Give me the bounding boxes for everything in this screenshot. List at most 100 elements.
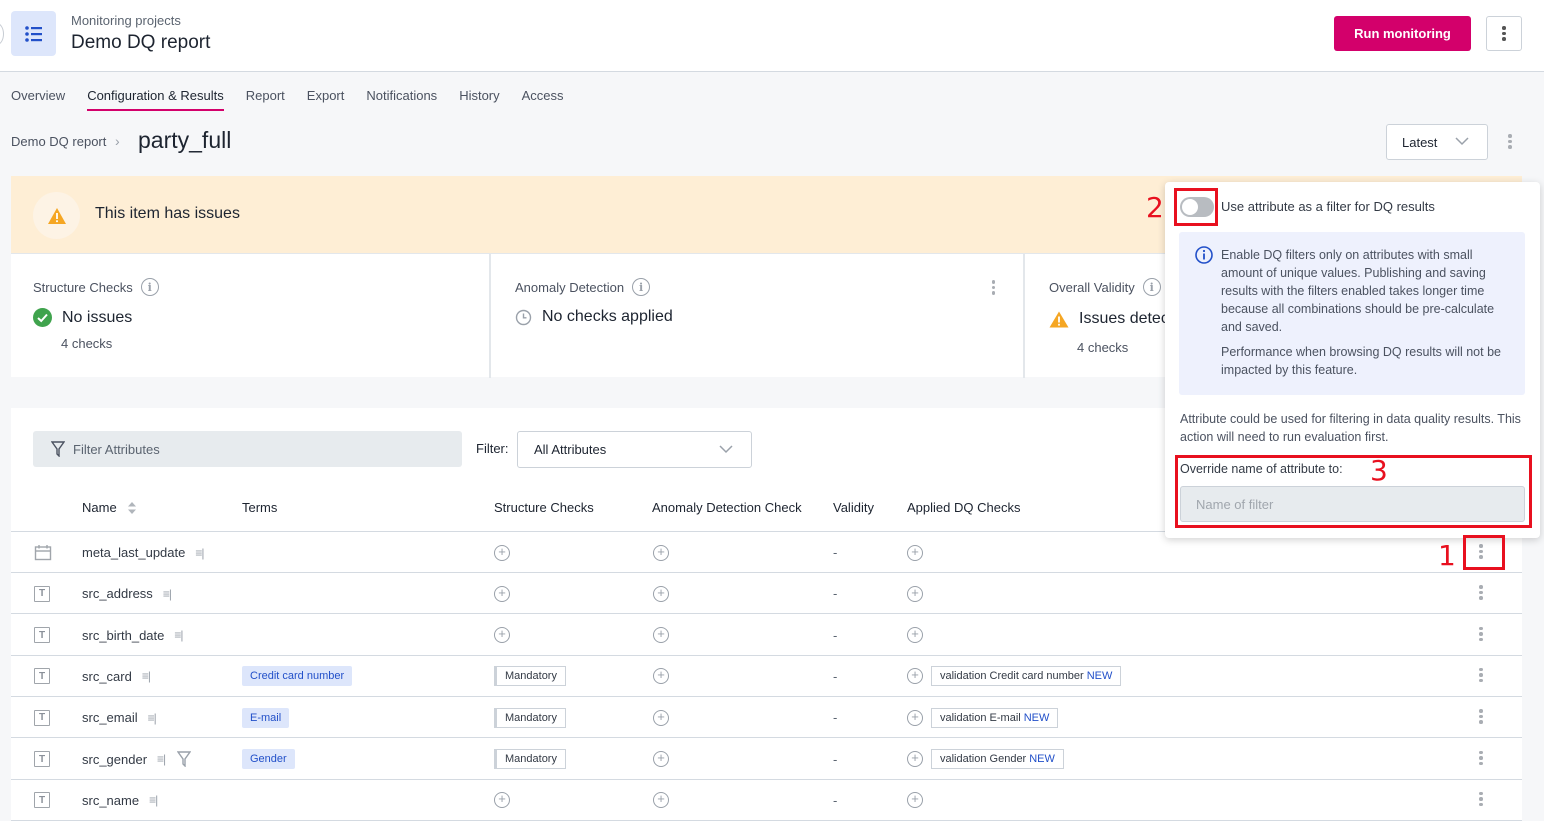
type-cell: T: [34, 656, 50, 697]
card-title-text: Overall Validity: [1049, 279, 1135, 295]
info-icon[interactable]: i: [1142, 278, 1161, 296]
details-icon[interactable]: ≡|: [149, 793, 158, 807]
sidebar-collapse-handle[interactable]: [0, 23, 4, 45]
type-cell: T: [34, 780, 50, 821]
filter-attributes-input[interactable]: [73, 441, 453, 457]
dq-check-chip[interactable]: validation Gender NEW: [931, 749, 1064, 769]
card-subtext: 4 checks: [1077, 340, 1129, 355]
row-more-button[interactable]: [1479, 626, 1483, 642]
structure-check-chip[interactable]: Mandatory: [494, 707, 566, 728]
add-anomaly-check-icon[interactable]: +: [653, 751, 669, 767]
attribute-name[interactable]: src_birth_date: [82, 628, 164, 643]
dq-check-label: validation Credit card number: [940, 670, 1084, 683]
card-status-text: Issues detec: [1079, 310, 1169, 327]
details-icon[interactable]: ≡|: [148, 711, 157, 725]
card-status: No checks applied: [515, 308, 673, 326]
term-chip[interactable]: Gender: [242, 749, 295, 769]
dq-check-label: validation E-mail: [940, 711, 1021, 724]
run-monitoring-button[interactable]: Run monitoring: [1334, 16, 1471, 51]
tab-history[interactable]: History: [459, 88, 499, 111]
card-title: Structure Checks i: [33, 278, 159, 296]
table-row[interactable]: T src_gender ≡| Gender Mandatory + - + va…: [11, 739, 1522, 780]
add-dq-check-icon[interactable]: +: [907, 627, 923, 644]
breadcrumb-parent[interactable]: Demo DQ report: [11, 134, 106, 149]
type-cell: T: [34, 615, 50, 656]
details-icon[interactable]: ≡|: [163, 587, 172, 601]
toggle-label: Use attribute as a filter for DQ results: [1221, 199, 1435, 214]
add-structure-check-icon[interactable]: +: [494, 627, 510, 644]
add-dq-check-icon[interactable]: +: [907, 585, 923, 602]
page-more-button[interactable]: [1508, 134, 1512, 149]
validity-cell: -: [833, 656, 837, 697]
add-anomaly-check-icon[interactable]: +: [653, 585, 669, 602]
add-anomaly-check-icon[interactable]: +: [653, 544, 669, 561]
attribute-name[interactable]: meta_last_update: [82, 545, 185, 560]
structure-cell: +: [494, 532, 510, 573]
add-structure-check-icon[interactable]: +: [494, 585, 510, 602]
version-select[interactable]: Latest: [1386, 124, 1488, 160]
attribute-name[interactable]: src_card: [82, 669, 132, 684]
table-row[interactable]: T src_name ≡| + + - +: [11, 780, 1522, 821]
details-icon[interactable]: ≡|: [195, 546, 204, 560]
tab-report[interactable]: Report: [246, 88, 285, 111]
add-structure-check-icon[interactable]: +: [494, 544, 510, 561]
tab-export[interactable]: Export: [307, 88, 345, 111]
tab-overview[interactable]: Overview: [11, 88, 65, 111]
name-cell: src_card ≡|: [82, 656, 151, 697]
details-icon[interactable]: ≡|: [174, 628, 183, 642]
row-more-button[interactable]: [1479, 750, 1483, 765]
table-row[interactable]: T src_email ≡| E-mail Mandatory + - + val…: [11, 697, 1522, 739]
attribute-filter-select[interactable]: All Attributes: [517, 431, 752, 468]
term-chip[interactable]: Credit card number: [242, 666, 353, 687]
add-dq-check-icon[interactable]: +: [907, 751, 923, 767]
dq-checks-cell: + validation E-mail NEW: [907, 697, 1059, 738]
structure-cell: +: [494, 573, 510, 614]
attribute-name[interactable]: src_name: [82, 793, 139, 808]
attribute-filter-value: All Attributes: [534, 442, 607, 457]
attribute-name[interactable]: src_address: [82, 586, 153, 601]
info-icon[interactable]: i: [632, 278, 651, 296]
header-subtitle[interactable]: Monitoring projects: [71, 13, 181, 28]
table-row[interactable]: T src_birth_date ≡| + + - +: [11, 615, 1522, 656]
sort-icon[interactable]: [127, 501, 137, 515]
terms-cell: Credit card number: [242, 656, 353, 697]
name-cell: src_gender ≡|: [82, 739, 192, 780]
add-dq-check-icon[interactable]: +: [907, 544, 923, 561]
add-dq-check-icon[interactable]: +: [907, 792, 923, 809]
more-vertical-icon: [991, 280, 995, 295]
row-more-button[interactable]: [1479, 791, 1483, 807]
add-anomaly-check-icon[interactable]: +: [653, 627, 669, 644]
tab-access[interactable]: Access: [522, 88, 564, 111]
tab-notifications[interactable]: Notifications: [366, 88, 437, 111]
add-anomaly-check-icon[interactable]: +: [653, 668, 669, 685]
info-icon[interactable]: i: [140, 278, 159, 296]
filter-attributes-field[interactable]: [33, 431, 462, 467]
structure-check-chip[interactable]: Mandatory: [494, 749, 566, 769]
dq-check-chip[interactable]: validation E-mail NEW: [931, 707, 1059, 728]
add-anomaly-check-icon[interactable]: +: [653, 709, 669, 726]
dq-check-chip[interactable]: validation Credit card number NEW: [931, 666, 1122, 687]
row-more-button[interactable]: [1479, 667, 1483, 683]
attribute-name[interactable]: src_gender: [82, 752, 147, 767]
structure-check-chip[interactable]: Mandatory: [494, 666, 566, 687]
term-chip[interactable]: E-mail: [242, 707, 290, 728]
table-row[interactable]: meta_last_update ≡| + + - +: [11, 532, 1522, 573]
anomaly-cell: +: [653, 656, 669, 697]
add-structure-check-icon[interactable]: +: [494, 792, 510, 809]
header-more-button[interactable]: [1486, 16, 1522, 51]
row-more-button[interactable]: [1479, 709, 1483, 724]
column-header-name[interactable]: Name: [82, 500, 137, 515]
add-anomaly-check-icon[interactable]: +: [653, 792, 669, 809]
tab-configuration-results[interactable]: Configuration & Results: [87, 88, 224, 111]
add-dq-check-icon[interactable]: +: [907, 709, 923, 726]
card-more-button[interactable]: [991, 280, 995, 295]
attribute-name[interactable]: src_email: [82, 710, 138, 725]
table-row[interactable]: T src_address ≡| + + - +: [11, 573, 1522, 615]
add-dq-check-icon[interactable]: +: [907, 668, 923, 685]
details-icon[interactable]: ≡|: [142, 669, 151, 683]
table-row[interactable]: T src_card ≡| Credit card number Mandato…: [11, 656, 1522, 697]
info-text-primary: Enable DQ filters only on attributes wit…: [1221, 248, 1495, 334]
details-icon[interactable]: ≡|: [157, 752, 166, 766]
structure-checks-card: Structure Checks i No issues 4 checks: [11, 254, 491, 378]
row-more-button[interactable]: [1479, 585, 1483, 600]
